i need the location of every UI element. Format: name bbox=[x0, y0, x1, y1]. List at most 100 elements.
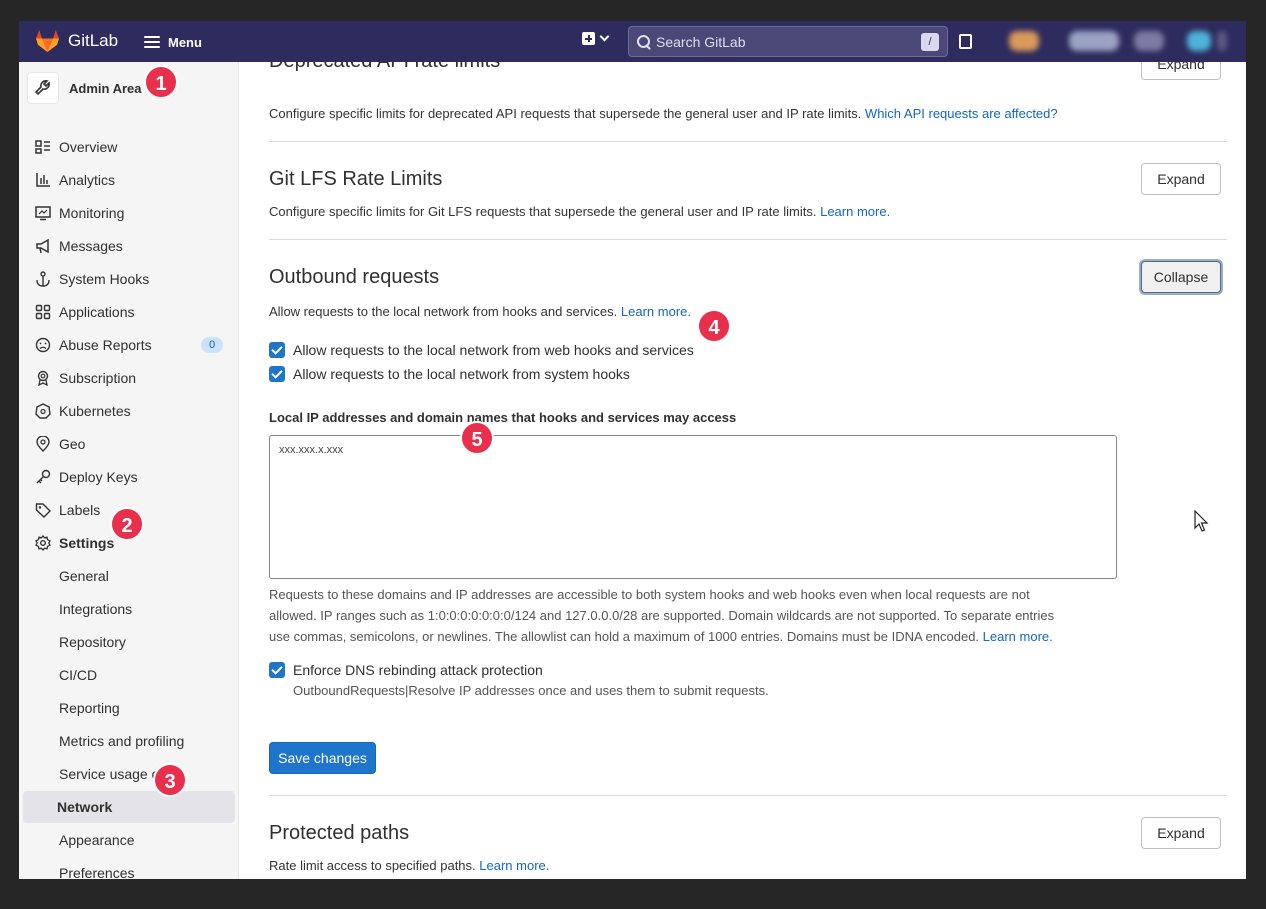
description-text: Configure specific limits for Git LFS re… bbox=[269, 204, 817, 219]
sidebar-subitem-ci-cd[interactable]: CI/CD bbox=[25, 660, 235, 690]
description-text: Allow requests to the local network from… bbox=[269, 304, 618, 319]
outbound-requests-title: Outbound requests bbox=[269, 266, 440, 288]
sidebar-item-applications[interactable]: Applications bbox=[25, 297, 235, 327]
outbound-requests-description: Allow requests to the local network from… bbox=[269, 304, 691, 319]
description-text: Configure specific limits for deprecated… bbox=[269, 106, 862, 121]
plus-square-icon bbox=[582, 32, 595, 45]
merge-requests-counter[interactable] bbox=[1009, 31, 1039, 51]
gear-icon bbox=[35, 534, 51, 552]
deprecated-api-expand-button[interactable]: Expand bbox=[1141, 62, 1221, 80]
help-line: use commas, semicolons, or newlines. The… bbox=[269, 626, 1109, 647]
search-shortcut-key: / bbox=[921, 33, 939, 51]
allowlist-textarea[interactable]: xxx.xxx.x.xxx bbox=[269, 435, 1117, 579]
sidebar-subitem-service-usage[interactable]: Service usage data bbox=[25, 759, 235, 789]
checkbox-label: Allow requests to the local network from… bbox=[293, 342, 694, 358]
user-menu-caret[interactable] bbox=[1217, 31, 1227, 51]
annotation-marker-5: 5 bbox=[460, 421, 494, 455]
sidebar-item-monitoring[interactable]: Monitoring bbox=[25, 198, 235, 228]
allow-system-hooks-checkbox[interactable] bbox=[269, 366, 285, 382]
admin-area-header[interactable]: Admin Area bbox=[27, 72, 141, 104]
allow-system-hooks-checkbox-row[interactable]: Allow requests to the local network from… bbox=[269, 366, 630, 382]
mouse-cursor-icon bbox=[1194, 510, 1209, 532]
dns-rebinding-checkbox[interactable] bbox=[269, 662, 285, 678]
issues-icon[interactable] bbox=[959, 34, 972, 49]
main-content: Deprecated API rate limits Expand Config… bbox=[239, 62, 1246, 879]
deprecated-api-description: Configure specific limits for deprecated… bbox=[269, 106, 1058, 121]
sidebar-subitem-reporting[interactable]: Reporting bbox=[25, 693, 235, 723]
help-icon[interactable] bbox=[1134, 31, 1164, 51]
sidebar-item-deploy-keys[interactable]: Deploy Keys bbox=[25, 462, 235, 492]
sidebar-item-label: Metrics and profiling bbox=[59, 733, 185, 749]
sidebar-item-messages[interactable]: Messages bbox=[25, 231, 235, 261]
sidebar-item-label: Settings bbox=[59, 535, 115, 551]
sidebar-subitem-appearance[interactable]: Appearance bbox=[25, 825, 235, 855]
allowlist-learn-more-link[interactable]: Learn more. bbox=[983, 629, 1053, 644]
todo-counter[interactable] bbox=[1069, 31, 1119, 51]
sidebar-item-label: Messages bbox=[59, 238, 123, 254]
sidebar-item-overview[interactable]: Overview bbox=[25, 132, 235, 162]
brand-name[interactable]: GitLab bbox=[68, 31, 118, 51]
sidebar-subitem-network[interactable]: Network bbox=[23, 791, 235, 823]
sidebar-item-analytics[interactable]: Analytics bbox=[25, 165, 235, 195]
applications-icon bbox=[35, 304, 51, 320]
sidebar-item-subscription[interactable]: Subscription bbox=[25, 363, 235, 393]
deprecated-api-link[interactable]: Which API requests are affected? bbox=[865, 106, 1058, 121]
sidebar-item-label: Overview bbox=[59, 139, 118, 155]
kubernetes-icon bbox=[35, 403, 51, 419]
protected-paths-title: Protected paths bbox=[269, 822, 410, 844]
user-avatar[interactable] bbox=[1187, 31, 1211, 51]
protected-paths-expand-button[interactable]: Expand bbox=[1141, 817, 1221, 849]
search-placeholder: Search GitLab bbox=[656, 33, 746, 50]
overview-icon bbox=[35, 139, 51, 155]
megaphone-icon bbox=[35, 238, 51, 254]
anchor-icon bbox=[35, 271, 51, 287]
sidebar-item-label: Applications bbox=[59, 304, 135, 320]
new-dropdown-button[interactable] bbox=[582, 31, 610, 45]
protected-paths-learn-more-link[interactable]: Learn more. bbox=[479, 858, 549, 873]
gitlab-logo-icon[interactable] bbox=[35, 29, 60, 53]
annotation-marker-1: 1 bbox=[144, 65, 178, 99]
menu-label: Menu bbox=[168, 34, 202, 50]
divider bbox=[269, 795, 1227, 796]
sidebar-item-label: CI/CD bbox=[59, 667, 98, 683]
sidebar-item-system-hooks[interactable]: System Hooks bbox=[25, 264, 235, 294]
sidebar-item-kubernetes[interactable]: Kubernetes bbox=[25, 396, 235, 426]
sidebar-item-label: Analytics bbox=[59, 172, 116, 188]
outbound-learn-more-link[interactable]: Learn more. bbox=[621, 304, 691, 319]
sidebar-subitem-general[interactable]: General bbox=[25, 561, 235, 591]
wrench-icon bbox=[27, 72, 59, 104]
sidebar-subitem-repository[interactable]: Repository bbox=[25, 627, 235, 657]
annotation-marker-2: 2 bbox=[110, 507, 144, 541]
sidebar-item-label: Appearance bbox=[59, 832, 135, 848]
allow-webhooks-checkbox[interactable] bbox=[269, 342, 285, 358]
location-pin-icon bbox=[35, 435, 51, 452]
sidebar-item-geo[interactable]: Geo bbox=[25, 429, 235, 459]
frown-face-icon bbox=[35, 337, 51, 353]
dns-rebinding-checkbox-row[interactable]: Enforce DNS rebinding attack protection bbox=[269, 662, 543, 678]
outbound-requests-collapse-button[interactable]: Collapse bbox=[1141, 261, 1221, 293]
deprecated-api-title: Deprecated API rate limits bbox=[269, 62, 500, 73]
dns-rebinding-help: OutboundRequests|Resolve IP addresses on… bbox=[293, 683, 769, 698]
checkbox-label: Enforce DNS rebinding attack protection bbox=[293, 662, 543, 678]
sidebar-subitem-metrics[interactable]: Metrics and profiling bbox=[25, 726, 235, 756]
git-lfs-title: Git LFS Rate Limits bbox=[269, 168, 443, 190]
git-lfs-expand-button[interactable]: Expand bbox=[1141, 163, 1221, 195]
sidebar-subitem-integrations[interactable]: Integrations bbox=[25, 594, 235, 624]
hamburger-icon bbox=[144, 36, 160, 48]
menu-button[interactable]: Menu bbox=[144, 29, 202, 55]
allow-webhooks-checkbox-row[interactable]: Allow requests to the local network from… bbox=[269, 342, 694, 358]
award-icon bbox=[35, 370, 51, 387]
annotation-marker-3: 3 bbox=[153, 763, 187, 797]
search-input[interactable]: Search GitLab / bbox=[628, 26, 948, 57]
git-lfs-learn-more-link[interactable]: Learn more. bbox=[820, 204, 890, 219]
allowlist-help-text: Requests to these domains and IP address… bbox=[269, 584, 1109, 647]
sidebar-item-label: Subscription bbox=[59, 370, 137, 386]
sidebar-subitem-preferences[interactable]: Preferences bbox=[25, 858, 235, 879]
tag-icon bbox=[35, 502, 51, 518]
sidebar-item-label: General bbox=[59, 568, 109, 584]
sidebar-item-label: Repository bbox=[59, 634, 126, 650]
divider bbox=[269, 239, 1227, 240]
sidebar-item-abuse-reports[interactable]: Abuse Reports 0 bbox=[25, 330, 235, 360]
checkbox-label: Allow requests to the local network from… bbox=[293, 366, 630, 382]
save-changes-button[interactable]: Save changes bbox=[269, 742, 376, 774]
